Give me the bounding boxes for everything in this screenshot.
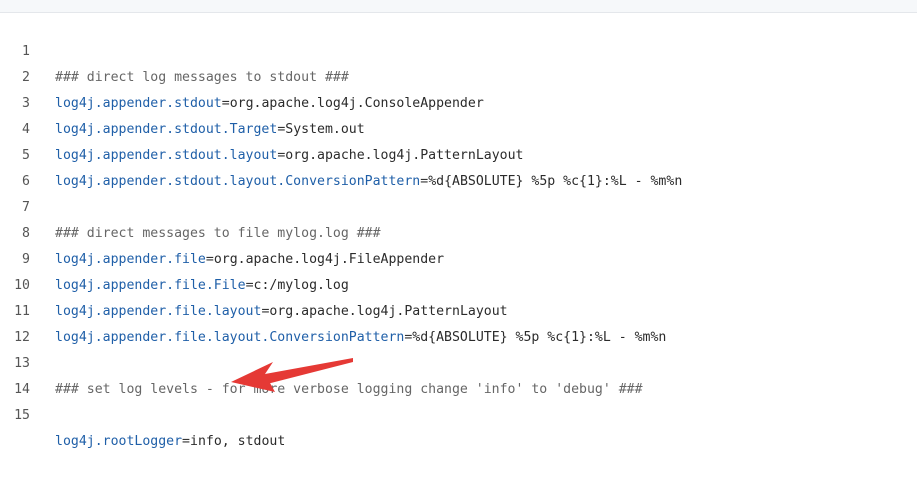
code-line: 15 log4j.rootLogger=info, stdout [0, 377, 917, 449]
top-border [0, 0, 917, 13]
red-arrow-icon [231, 358, 353, 392]
property-key: log4j.rootLogger [55, 434, 183, 449]
code-line: 10 log4j.appender.file.layout=org.apache… [0, 247, 917, 319]
code-line: 8 log4j.appender.file=org.apache.log4j.F… [0, 195, 917, 267]
code-text: log4j.rootLogger=info, stdout [55, 429, 285, 455]
equals-sign: = [182, 434, 190, 449]
code-line: 4 log4j.appender.stdout.layout=org.apach… [0, 91, 917, 163]
code-line: 1 ### direct log messages to stdout ### [0, 13, 917, 85]
code-line: 11 log4j.appender.file.layout.Conversion… [0, 273, 917, 345]
property-value: info, stdout [190, 434, 286, 449]
code-line: 12 [0, 299, 917, 345]
code-line: 6 [0, 143, 917, 189]
code-line: 7 ### direct messages to file mylog.log … [0, 169, 917, 241]
code-line: 3 log4j.appender.stdout.Target=System.ou… [0, 65, 917, 137]
code-line: 14 [0, 351, 917, 397]
code-line: 13 ### set log levels - for more verbose… [0, 325, 917, 397]
code-line: 9 log4j.appender.file.File=c:/mylog.log [0, 221, 917, 293]
code-line: 2 log4j.appender.stdout=org.apache.log4j… [0, 39, 917, 111]
arrow-shaft [265, 358, 353, 384]
line-number: 15 [14, 408, 30, 423]
code-viewer: 1 ### direct log messages to stdout ### … [0, 13, 917, 449]
code-line: 5 log4j.appender.stdout.layout.Conversio… [0, 117, 917, 189]
